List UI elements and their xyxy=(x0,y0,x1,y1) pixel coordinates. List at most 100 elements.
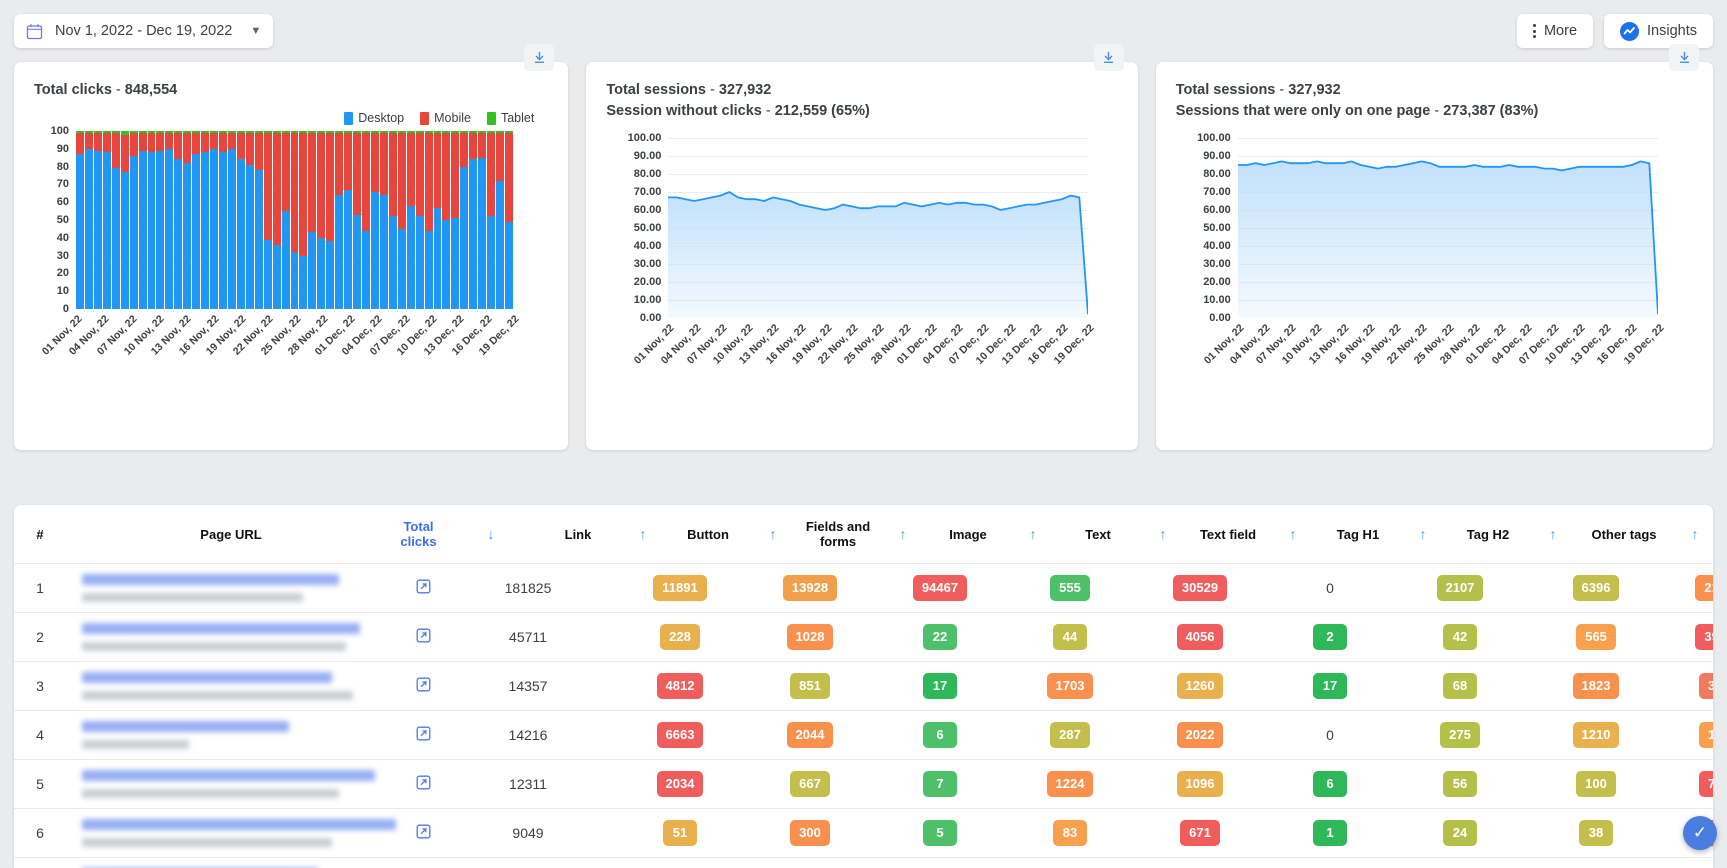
stacked-bar[interactable] xyxy=(433,131,442,309)
table-header-fields-and-forms[interactable]: Fields and forms xyxy=(801,505,875,564)
stacked-bar[interactable] xyxy=(76,131,84,309)
stacked-bar[interactable] xyxy=(388,131,397,309)
stacked-bar[interactable] xyxy=(272,131,281,309)
table-header-other-tags[interactable]: Other tags xyxy=(1581,505,1667,564)
sort-arrow-link[interactable]: ↑ xyxy=(615,505,671,564)
legend-item-tablet[interactable]: Tablet xyxy=(486,111,534,125)
open-external-icon[interactable] xyxy=(416,677,431,695)
date-range-picker[interactable]: Nov 1, 2022 - Dec 19, 2022 ▼ xyxy=(14,14,274,48)
table-row[interactable]: 5123112034667712241096656100712117%1%82% xyxy=(14,759,1713,809)
open-external-icon[interactable] xyxy=(416,726,431,744)
stacked-bar[interactable] xyxy=(317,131,326,309)
table-header-total-clicks[interactable]: Total clicks xyxy=(396,505,441,564)
stacked-bar[interactable] xyxy=(120,131,129,309)
stacked-bar[interactable] xyxy=(174,131,183,309)
stacked-bar[interactable] xyxy=(165,131,174,309)
legend-item-desktop[interactable]: Desktop xyxy=(344,111,404,125)
open-external-icon[interactable] xyxy=(416,628,431,646)
stacked-bar[interactable] xyxy=(192,131,201,309)
table-header-image[interactable]: Image xyxy=(931,505,1005,564)
stacked-bar[interactable] xyxy=(478,131,487,309)
confirmation-fab[interactable]: ✓ xyxy=(1683,816,1717,850)
stacked-bar[interactable] xyxy=(227,131,236,309)
stacked-bar[interactable] xyxy=(451,131,460,309)
download-button[interactable] xyxy=(1093,44,1124,71)
page-url-cell[interactable] xyxy=(66,808,441,858)
stacked-bar[interactable] xyxy=(326,131,335,309)
stacked-bar[interactable] xyxy=(129,131,138,309)
stacked-bar[interactable] xyxy=(353,131,361,309)
stacked-bar[interactable] xyxy=(93,131,102,309)
stacked-bar[interactable] xyxy=(344,131,353,309)
stacked-bar[interactable] xyxy=(156,131,165,309)
table-row[interactable]: 76648823740115838962297110018%0%82% xyxy=(14,857,1713,868)
stacked-bar[interactable] xyxy=(496,131,504,309)
open-external-icon[interactable] xyxy=(416,579,431,597)
sort-arrow-tag-h1[interactable]: ↑ xyxy=(1395,505,1451,564)
table-row[interactable]: 414216666320446287202202751210170920%0%8… xyxy=(14,710,1713,760)
page-url-cell[interactable] xyxy=(66,759,441,809)
open-external-icon[interactable] xyxy=(416,775,431,793)
table-row[interactable]: 2457112281028224440562425653972427%0%73% xyxy=(14,612,1713,662)
table-row[interactable]: 314357481285117170312601768182338067%0%9… xyxy=(14,661,1713,711)
sort-arrow-tag-h2[interactable]: ↑ xyxy=(1525,505,1581,564)
stacked-bar[interactable] xyxy=(290,131,299,309)
stacked-bar[interactable] xyxy=(308,131,317,309)
stacked-bar[interactable] xyxy=(397,131,406,309)
download-button[interactable] xyxy=(524,44,555,71)
more-button[interactable]: More xyxy=(1516,14,1594,48)
stacked-bar[interactable] xyxy=(147,131,156,309)
stacked-bar[interactable] xyxy=(379,131,388,309)
sort-arrow-image[interactable]: ↑ xyxy=(1005,505,1061,564)
open-external-icon[interactable] xyxy=(416,824,431,842)
insights-button[interactable]: Insights xyxy=(1604,14,1713,48)
stacked-bar[interactable] xyxy=(442,131,451,309)
sort-arrow-text-field[interactable]: ↑ xyxy=(1265,505,1321,564)
page-url-cell[interactable] xyxy=(66,612,441,662)
stacked-bar[interactable] xyxy=(263,131,272,309)
table-header-text[interactable]: Text xyxy=(1061,505,1135,564)
page-url-cell[interactable] xyxy=(66,661,441,711)
stacked-bar[interactable] xyxy=(245,131,254,309)
table-header-tag-h2[interactable]: Tag H2 xyxy=(1451,505,1525,564)
stacked-bar[interactable] xyxy=(111,131,120,309)
table-header-text-field[interactable]: Text field xyxy=(1191,505,1265,564)
stacked-bar[interactable] xyxy=(362,131,370,309)
stacked-bar[interactable] xyxy=(236,131,245,309)
stacked-bar[interactable] xyxy=(424,131,433,309)
stacked-bar[interactable] xyxy=(460,131,469,309)
sort-arrow-text[interactable]: ↑ xyxy=(1135,505,1191,564)
sort-arrow-total-clicks[interactable]: ↓ xyxy=(441,505,541,564)
stacked-bar[interactable] xyxy=(219,131,227,309)
page-url-cell[interactable] xyxy=(66,563,441,613)
table-row[interactable]: 1 181825 11891 13928 94467 555 30529 0 2107 6396 2… xyxy=(14,563,1713,613)
page-url-cell[interactable] xyxy=(66,857,441,868)
page-url-cell[interactable] xyxy=(66,710,441,760)
stacked-bar[interactable] xyxy=(281,131,290,309)
stacked-bar[interactable] xyxy=(84,131,93,309)
table-row[interactable]: 690495130058367112438787612%0%88% xyxy=(14,808,1713,858)
stacked-bar[interactable] xyxy=(299,131,308,309)
stacked-bar[interactable] xyxy=(469,131,478,309)
stacked-bar[interactable] xyxy=(335,131,344,309)
stacked-bar[interactable] xyxy=(183,131,192,309)
download-button[interactable] xyxy=(1669,44,1699,71)
table-header-tag-h1[interactable]: Tag H1 xyxy=(1321,505,1395,564)
stacked-bar[interactable] xyxy=(505,131,513,309)
stacked-bar[interactable] xyxy=(406,131,415,309)
stacked-bar[interactable] xyxy=(138,131,147,309)
stacked-bar[interactable] xyxy=(102,131,111,309)
table-header-button[interactable]: Button xyxy=(671,505,745,564)
stacked-bar[interactable] xyxy=(201,131,210,309)
stacked-bar[interactable] xyxy=(254,131,263,309)
table-header-link[interactable]: Link xyxy=(541,505,615,564)
bar-segment-mobile xyxy=(433,132,442,208)
legend-item-mobile[interactable]: Mobile xyxy=(420,111,471,125)
stacked-bar[interactable] xyxy=(370,131,379,309)
sort-arrow-button[interactable]: ↑ xyxy=(745,505,801,564)
sort-arrow-other-tags[interactable]: ↑ xyxy=(1667,505,1713,564)
sort-arrow-fields-and-forms[interactable]: ↑ xyxy=(875,505,931,564)
stacked-bar[interactable] xyxy=(415,131,424,309)
stacked-bar[interactable] xyxy=(210,131,218,309)
stacked-bar[interactable] xyxy=(487,131,496,309)
